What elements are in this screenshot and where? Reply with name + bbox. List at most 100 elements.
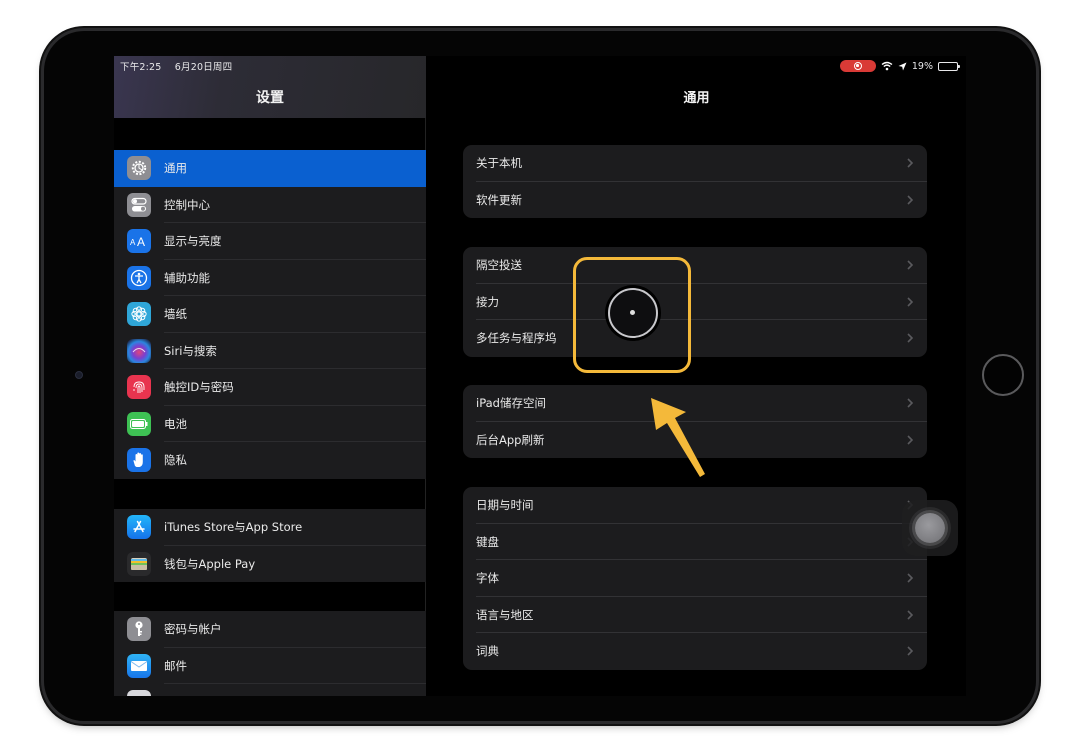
chevron-right-icon xyxy=(907,646,914,656)
row-handoff[interactable]: 接力 xyxy=(463,284,927,320)
row-label: 键盘 xyxy=(476,534,499,549)
row-label: 软件更新 xyxy=(476,192,522,207)
row-label: 语言与地区 xyxy=(476,607,534,622)
fingerprint-icon xyxy=(127,375,151,399)
sidebar-item-battery[interactable]: 电池 xyxy=(114,406,426,442)
sidebar-item-label: iTunes Store与App Store xyxy=(164,520,303,534)
chevron-right-icon xyxy=(907,194,914,205)
row-keyboard[interactable]: 键盘 xyxy=(463,524,927,560)
battery-icon xyxy=(127,411,151,436)
sidebar-item-label: 触控ID与密码 xyxy=(164,380,234,394)
row-software-update[interactable]: 软件更新 xyxy=(463,182,927,219)
row-dictionary[interactable]: 词典 xyxy=(463,633,927,670)
sidebar-item-display-brightness[interactable]: AA 显示与亮度 xyxy=(114,223,426,260)
accessibility-icon xyxy=(127,265,151,290)
chevron-right-icon xyxy=(907,296,914,307)
sidebar-item-control-center[interactable]: 控制中心 xyxy=(114,187,426,223)
chevron-right-icon xyxy=(907,573,914,583)
status-bar-right: 19% xyxy=(839,59,960,73)
sidebar-item-label: 密码与帐户 xyxy=(164,622,222,636)
key-icon xyxy=(127,617,151,641)
svg-text:A: A xyxy=(137,235,145,247)
status-date: 6月20日周四 xyxy=(174,62,233,73)
sidebar-item-label: 邮件 xyxy=(164,658,187,673)
sidebar-item-label: 控制中心 xyxy=(164,197,210,212)
ipad-screen: 下午2:25 6月20日周四 设置 通用 控制中心 A A 显示与亮度 辅助功能… xyxy=(114,56,966,696)
sidebar-item-passwords-accounts[interactable]: 密码与帐户 xyxy=(114,611,426,648)
sidebar-item-partial[interactable] xyxy=(114,684,426,696)
mail-icon xyxy=(127,653,151,678)
hand-icon xyxy=(127,448,151,472)
touch-indicator xyxy=(608,288,658,338)
sidebar-header: 下午2:25 6月20日周四 设置 xyxy=(114,56,426,118)
row-language-region[interactable]: 语言与地区 xyxy=(463,597,927,633)
sidebar-item-accessibility[interactable]: 辅助功能 xyxy=(114,260,426,296)
row-label: 词典 xyxy=(476,644,499,658)
chevron-right-icon xyxy=(907,398,914,408)
app-icon-partial xyxy=(127,690,151,696)
row-label: iPad储存空间 xyxy=(476,396,546,410)
svg-text:A: A xyxy=(130,238,136,247)
row-multitasking-dock[interactable]: 多任务与程序坞 xyxy=(463,320,927,357)
sidebar-item-label: 辅助功能 xyxy=(164,270,210,285)
settings-group-continuity: 隔空投送 接力 多任务与程序坞 xyxy=(463,247,927,357)
row-label: 日期与时间 xyxy=(476,498,534,512)
sidebar-item-siri-search[interactable]: Siri与搜索 xyxy=(114,333,426,369)
sidebar-item-label: 电池 xyxy=(164,416,187,431)
row-about[interactable]: 关于本机 xyxy=(463,145,927,182)
row-label: 字体 xyxy=(476,571,499,585)
sidebar-group-1: 通用 控制中心 AA 显示与亮度 辅助功能 墙纸 Siri与搜索 触控ID与密码… xyxy=(114,150,426,479)
sidebar-item-touch-id-passcode[interactable]: 触控ID与密码 xyxy=(114,369,426,406)
siri-icon xyxy=(127,338,151,363)
text-size-icon: AA xyxy=(127,229,151,253)
sidebar-group-2: iTunes Store与App Store 钱包与Apple Pay xyxy=(114,509,426,582)
general-detail-pane: 19% 通用 关于本机 软件更新 隔空投送 接力 多任务与程序坞 iPad储存空… xyxy=(427,56,966,696)
location-icon xyxy=(898,62,907,70)
row-date-time[interactable]: 日期与时间 xyxy=(463,487,927,524)
chevron-right-icon xyxy=(907,260,914,270)
sidebar-item-wallet-apple-pay[interactable]: 钱包与Apple Pay xyxy=(114,546,426,583)
sidebar-item-label: 隐私 xyxy=(164,453,187,467)
row-label: 隔空投送 xyxy=(476,258,522,272)
sidebar-title: 设置 xyxy=(256,90,284,106)
sidebar-item-label: 显示与亮度 xyxy=(164,234,222,248)
home-button[interactable] xyxy=(982,354,1024,396)
chevron-right-icon xyxy=(907,609,914,620)
row-label: 后台App刷新 xyxy=(476,432,545,447)
sidebar-item-wallpaper[interactable]: 墙纸 xyxy=(114,296,426,333)
battery-icon xyxy=(938,61,960,71)
chevron-right-icon xyxy=(907,434,914,445)
row-label: 接力 xyxy=(476,294,499,309)
sidebar-item-general[interactable]: 通用 xyxy=(114,150,426,187)
sidebar-item-privacy[interactable]: 隐私 xyxy=(114,442,426,479)
sidebar-item-mail[interactable]: 邮件 xyxy=(114,648,426,684)
settings-group-locale: 日期与时间 键盘 字体 语言与地区 词典 xyxy=(463,487,927,670)
sidebar-item-itunes-app-store[interactable]: iTunes Store与App Store xyxy=(114,509,426,546)
wifi-icon xyxy=(881,61,893,71)
front-camera xyxy=(75,371,83,379)
status-bar-left: 下午2:25 6月20日周四 xyxy=(120,59,242,73)
assistive-touch-button[interactable] xyxy=(902,500,958,556)
settings-group-about: 关于本机 软件更新 xyxy=(463,145,927,218)
wallet-icon xyxy=(127,551,151,576)
status-time: 下午2:25 xyxy=(120,62,162,73)
settings-sidebar: 下午2:25 6月20日周四 设置 通用 控制中心 A A 显示与亮度 辅助功能… xyxy=(114,56,426,696)
flower-icon xyxy=(127,302,151,326)
row-fonts[interactable]: 字体 xyxy=(463,560,927,597)
sidebar-item-label: 通用 xyxy=(164,161,187,175)
chevron-right-icon xyxy=(907,158,914,168)
row-airdrop[interactable]: 隔空投送 xyxy=(463,247,927,284)
gear-icon xyxy=(127,156,151,180)
arrow-annotation-icon xyxy=(651,398,705,477)
page-title: 通用 xyxy=(683,91,710,106)
sidebar-group-3: 密码与帐户 邮件 xyxy=(114,611,426,696)
app-store-icon xyxy=(127,515,151,539)
sidebar-item-label: Siri与搜索 xyxy=(164,343,217,358)
row-label: 关于本机 xyxy=(476,156,522,170)
battery-percentage: 19% xyxy=(911,60,933,72)
sidebar-item-label: 墙纸 xyxy=(164,307,187,321)
screen-recording-icon[interactable] xyxy=(839,60,876,72)
row-label: 多任务与程序坞 xyxy=(476,331,557,345)
sidebar-item-label: 钱包与Apple Pay xyxy=(164,556,256,571)
chevron-right-icon xyxy=(907,333,914,343)
